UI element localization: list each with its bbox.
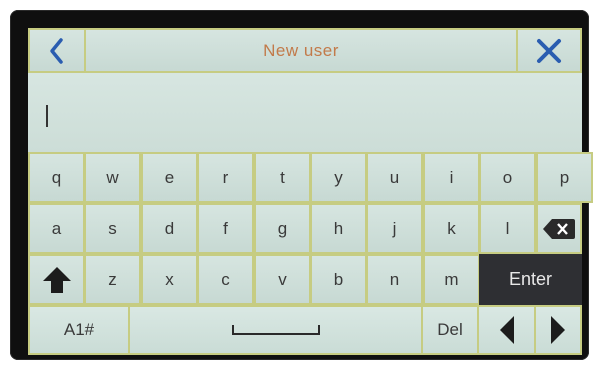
- key-j[interactable]: j: [366, 203, 423, 254]
- key-q[interactable]: q: [28, 152, 85, 203]
- symbols-button[interactable]: A1#: [28, 305, 130, 355]
- key-label: a: [51, 218, 62, 238]
- key-label: v: [278, 269, 287, 289]
- key-m[interactable]: m: [423, 254, 480, 305]
- key-r[interactable]: r: [197, 152, 254, 203]
- key-label: y: [334, 167, 343, 187]
- backspace-icon: [543, 218, 575, 239]
- key-a[interactable]: a: [28, 203, 85, 254]
- key-label: i: [449, 167, 454, 187]
- close-icon: [537, 38, 561, 63]
- key-b[interactable]: b: [310, 254, 367, 305]
- key-h[interactable]: h: [310, 203, 367, 254]
- delete-button[interactable]: Del: [421, 305, 479, 355]
- key-label: c: [221, 269, 230, 289]
- touch-screen: New user q w e r t y u i o p a s d f g h j k l z x c v b n m Enter…: [28, 28, 593, 355]
- key-p[interactable]: p: [536, 152, 593, 203]
- key-e[interactable]: e: [141, 152, 198, 203]
- space-bar[interactable]: [128, 305, 423, 355]
- text-input-field[interactable]: [28, 73, 582, 154]
- backspace-button[interactable]: [536, 203, 582, 254]
- key-label: u: [389, 167, 400, 187]
- key-label: z: [108, 269, 117, 289]
- key-label: Del: [437, 320, 463, 339]
- key-label: e: [164, 167, 175, 187]
- key-v[interactable]: v: [254, 254, 311, 305]
- key-label: n: [389, 269, 400, 289]
- key-label: s: [108, 218, 117, 238]
- key-z[interactable]: z: [84, 254, 141, 305]
- close-button[interactable]: [516, 28, 582, 73]
- key-label: j: [392, 218, 397, 238]
- key-label: w: [106, 167, 119, 187]
- key-label: h: [333, 218, 344, 238]
- key-t[interactable]: t: [254, 152, 311, 203]
- cursor-left-button[interactable]: [477, 305, 536, 355]
- key-d[interactable]: d: [141, 203, 198, 254]
- key-c[interactable]: c: [197, 254, 254, 305]
- key-label: m: [444, 269, 459, 289]
- key-g[interactable]: g: [254, 203, 311, 254]
- key-label: A1#: [63, 320, 95, 339]
- cursor-right-icon: [551, 316, 565, 344]
- cursor-right-button[interactable]: [534, 305, 582, 355]
- chevron-left-icon: [50, 37, 63, 64]
- key-label: b: [333, 269, 344, 289]
- page-title: New user: [84, 28, 518, 73]
- key-y[interactable]: y: [310, 152, 367, 203]
- key-label: o: [502, 167, 513, 187]
- key-o[interactable]: o: [479, 152, 536, 203]
- key-k[interactable]: k: [423, 203, 480, 254]
- shift-button[interactable]: [28, 254, 85, 305]
- key-n[interactable]: n: [366, 254, 423, 305]
- key-label: t: [280, 167, 285, 187]
- key-label: g: [277, 218, 288, 238]
- key-i[interactable]: i: [423, 152, 480, 203]
- back-button[interactable]: [28, 28, 86, 73]
- key-label: q: [51, 167, 62, 187]
- text-cursor: [46, 105, 48, 127]
- key-label: k: [447, 218, 456, 238]
- key-label: l: [505, 218, 510, 238]
- key-label: Enter: [508, 269, 553, 289]
- key-label: r: [222, 167, 229, 187]
- key-label: f: [223, 218, 228, 238]
- key-u[interactable]: u: [366, 152, 423, 203]
- space-bar-icon: [231, 325, 320, 335]
- key-x[interactable]: x: [141, 254, 198, 305]
- shift-arrow-icon: [42, 266, 71, 293]
- key-f[interactable]: f: [197, 203, 254, 254]
- key-label: p: [559, 167, 570, 187]
- key-w[interactable]: w: [84, 152, 141, 203]
- key-label: d: [164, 218, 175, 238]
- key-label: x: [165, 269, 174, 289]
- key-l[interactable]: l: [479, 203, 536, 254]
- cursor-left-icon: [499, 316, 514, 344]
- key-s[interactable]: s: [84, 203, 141, 254]
- title-bar: New user: [28, 28, 582, 73]
- enter-button[interactable]: Enter: [479, 254, 582, 305]
